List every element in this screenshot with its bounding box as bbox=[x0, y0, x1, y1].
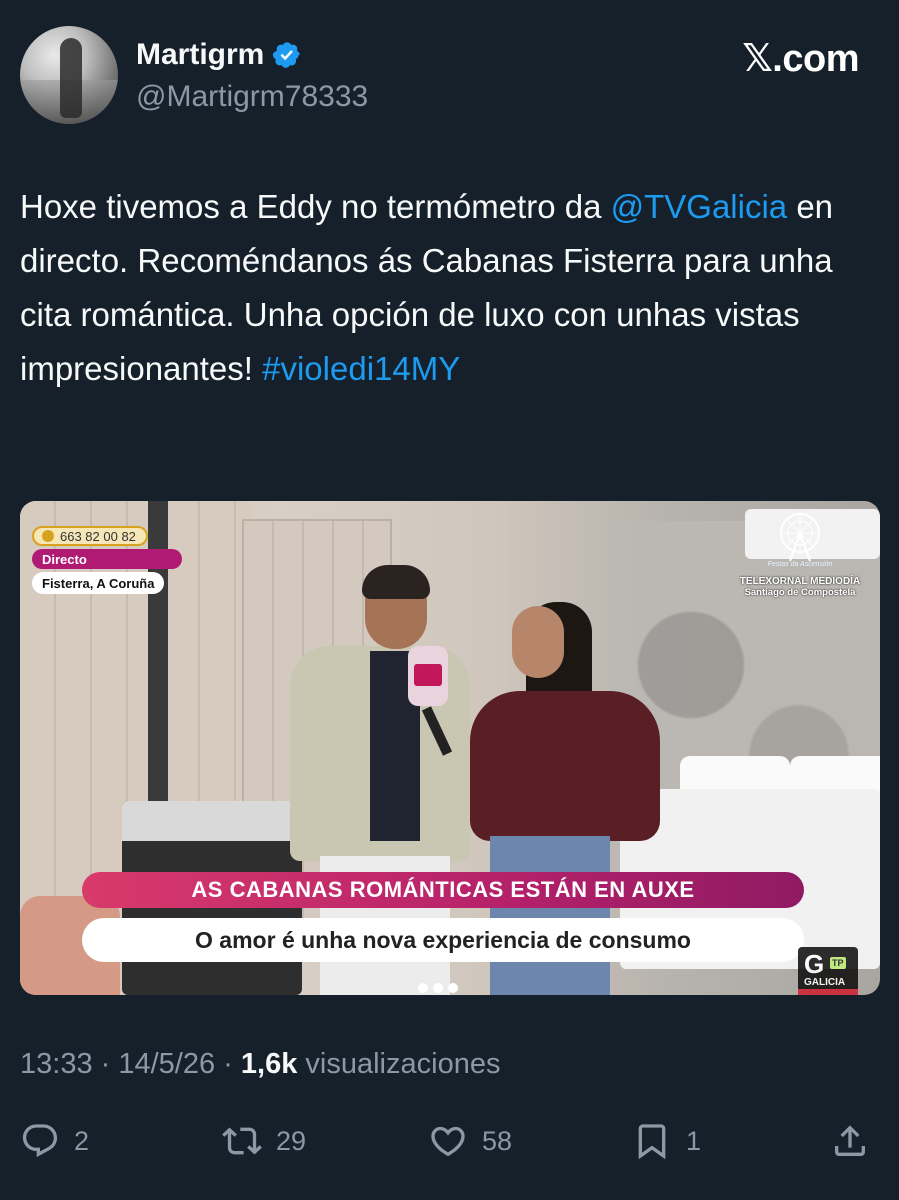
name-row: Martigrm bbox=[136, 38, 302, 72]
phone-number: 663 82 00 82 bbox=[60, 528, 136, 544]
location-pill: Fisterra, A Coruña bbox=[32, 572, 165, 594]
bookmark-count: 1 bbox=[686, 1125, 702, 1156]
tweet-meta: 13:33 · 14/5/26 · 1,6k visualizaciones bbox=[20, 1048, 500, 1081]
share-button[interactable] bbox=[830, 1116, 870, 1166]
woman-sweater bbox=[470, 691, 660, 841]
mention-link[interactable]: @TVGalicia bbox=[611, 188, 788, 225]
repost-button[interactable]: 29 bbox=[222, 1116, 306, 1166]
headline-banner: AS CABANAS ROMÁNTICAS ESTÁN EN AUXE bbox=[82, 872, 804, 908]
channel-name: GALICIA bbox=[804, 977, 846, 988]
meta-separator: · bbox=[92, 1048, 119, 1080]
avatar[interactable] bbox=[20, 26, 118, 124]
stove-pipe bbox=[148, 501, 168, 811]
man-hair bbox=[362, 565, 430, 599]
views-label: visualizaciones bbox=[297, 1048, 501, 1080]
channel-g: G bbox=[804, 949, 825, 979]
phone-pill: 663 82 00 82 bbox=[32, 526, 148, 546]
woman-head bbox=[512, 606, 564, 678]
reply-count: 2 bbox=[74, 1125, 90, 1156]
reply-icon bbox=[22, 1124, 58, 1158]
verified-badge-icon bbox=[273, 42, 301, 68]
carousel-dot[interactable] bbox=[418, 983, 428, 993]
tweet-header: Martigrm @Martigrm78333 𝕏.com bbox=[20, 26, 859, 126]
reply-button[interactable]: 2 bbox=[20, 1116, 89, 1166]
views-count[interactable]: 1,6k bbox=[241, 1048, 297, 1080]
tweet-date[interactable]: 14/5/26 bbox=[118, 1048, 215, 1080]
tvg-channel-logo: G TP GALICIA bbox=[798, 947, 858, 995]
carousel-dots[interactable] bbox=[418, 983, 458, 993]
action-bar: 2 29 58 1 bbox=[20, 1116, 880, 1166]
carousel-dot[interactable] bbox=[433, 983, 443, 993]
share-icon bbox=[835, 1125, 865, 1156]
display-name[interactable]: Martigrm bbox=[136, 38, 264, 72]
heart-icon bbox=[431, 1126, 465, 1157]
microphone bbox=[408, 646, 453, 756]
avatar-figure bbox=[60, 38, 82, 118]
tweet-time[interactable]: 13:33 bbox=[20, 1048, 93, 1080]
subheadline-banner: O amor é unha nova experiencia de consum… bbox=[82, 918, 804, 962]
repost-count: 29 bbox=[276, 1125, 307, 1156]
user-handle[interactable]: @Martigrm78333 bbox=[136, 80, 368, 114]
ferris-wheel-icon bbox=[780, 513, 820, 562]
meta-separator: · bbox=[215, 1048, 241, 1080]
x-logo: 𝕏.com bbox=[742, 38, 859, 80]
carousel-dot[interactable] bbox=[448, 983, 458, 993]
program-city: Santiago de Compostela bbox=[744, 587, 856, 598]
bookmark-icon bbox=[638, 1124, 666, 1160]
repost-icon bbox=[222, 1127, 262, 1155]
channel-red-bar bbox=[798, 989, 858, 995]
mic-flag bbox=[414, 664, 442, 686]
channel-tp: TP bbox=[830, 957, 846, 969]
live-pill: Directo bbox=[32, 549, 182, 569]
woman-jeans bbox=[490, 836, 610, 995]
like-button[interactable]: 58 bbox=[428, 1116, 512, 1166]
hashtag-link[interactable]: #violedi14MY bbox=[262, 350, 460, 387]
program-overlay: Festas da Ascensión TELEXORNAL MEDIODÍA … bbox=[730, 511, 870, 598]
like-count: 58 bbox=[482, 1125, 513, 1156]
stove-top bbox=[122, 801, 302, 841]
tweet-text-part: Hoxe tivemos a Eddy no termómetro da bbox=[20, 188, 602, 225]
program-name: TELEXORNAL MEDIODÍA bbox=[739, 576, 861, 587]
tweet-text: Hoxe tivemos a Eddy no termómetro da @TV… bbox=[20, 180, 870, 396]
bookmark-button[interactable]: 1 bbox=[632, 1116, 701, 1166]
tweet-media-image[interactable]: 663 82 00 82 Directo Fisterra, A Coruña … bbox=[20, 501, 880, 995]
festival-label: Festas da Ascensión bbox=[767, 561, 833, 568]
whatsapp-icon bbox=[42, 530, 54, 542]
